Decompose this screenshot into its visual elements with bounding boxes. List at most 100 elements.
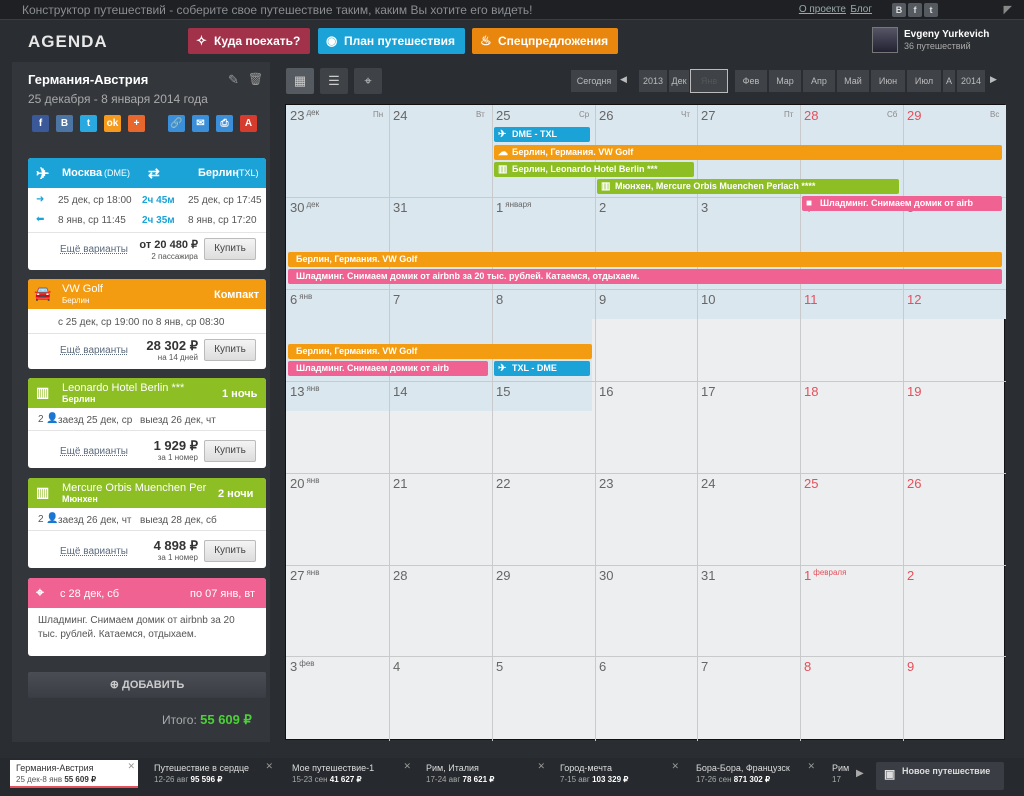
day-cell-number[interactable]: 24 (393, 108, 407, 123)
trash-icon[interactable]: 🗑 (248, 72, 263, 86)
trip-tab[interactable]: Мое путешествие-1 15-23 сен 41 627 ₽ ✕ (286, 760, 414, 788)
day-cell-number[interactable]: 6 (599, 659, 606, 674)
day-cell-number[interactable]: 1 февраля (804, 568, 846, 583)
year-2014[interactable]: 2014 (956, 69, 986, 93)
close-icon[interactable]: ✕ (403, 761, 411, 772)
trip-tab[interactable]: Город-мечта 7-15 авг 103 329 ₽ ✕ (554, 760, 682, 788)
share-facebook-icon[interactable]: f (32, 115, 49, 132)
day-cell-number[interactable]: 27 янв (290, 568, 319, 583)
day-cell-number[interactable]: 6 янв (290, 292, 312, 307)
buy-button[interactable]: Купить (204, 440, 256, 462)
month-may[interactable]: Май (836, 69, 870, 93)
trip-tab[interactable]: Рим, Италия 17-24 авг 78 621 ₽ ✕ (420, 760, 548, 788)
day-cell-number[interactable]: 2 (599, 200, 606, 215)
day-cell-number[interactable]: 8 (496, 292, 503, 307)
day-cell-number[interactable]: 21 (393, 476, 407, 491)
more-options-link[interactable]: Ещё варианты (60, 546, 128, 557)
flight-event[interactable]: ✈ TXL - DME (494, 361, 590, 376)
hotel-event[interactable]: ▥ Мюнхен, Mercure Orbis Muenchen Perlach … (597, 179, 899, 194)
year-2013[interactable]: 2013 (638, 69, 668, 93)
day-cell-number[interactable]: 19 (907, 384, 921, 399)
day-cell-number[interactable]: 26 (599, 108, 613, 123)
share-more-icon[interactable]: + (128, 115, 145, 132)
month-aug[interactable]: А (942, 69, 956, 93)
nav-trip-plan[interactable]: ◉ План путешествия (318, 28, 465, 54)
car-event[interactable]: ☁ Берлин, Германия. VW Golf (494, 145, 1002, 160)
day-cell-number[interactable]: 17 (701, 384, 715, 399)
blog-link[interactable]: Блог (850, 4, 872, 15)
day-cell-number[interactable]: 31 (393, 200, 407, 215)
prev-arrow-icon[interactable]: ◀ (620, 74, 627, 85)
calendar-view-icon[interactable]: ▦ (286, 68, 314, 94)
month-jun[interactable]: Июн (870, 69, 906, 93)
day-cell-number[interactable]: 23 дек (290, 108, 319, 123)
day-cell-number[interactable]: 5 (496, 659, 503, 674)
nav-where-to-go[interactable]: ✧ Куда поехать? (188, 28, 311, 54)
flight-event[interactable]: ✈ DME - TXL (494, 127, 590, 142)
trip-tab[interactable]: Бора-Бора, Французск 17-26 сен 871 302 ₽ ✕ (690, 760, 818, 788)
print-icon[interactable]: ⎙ (216, 115, 233, 132)
vk-icon[interactable]: В (892, 3, 906, 17)
day-cell-number[interactable]: 27 (701, 108, 715, 123)
day-cell-number[interactable]: 2 (907, 568, 914, 583)
link-icon[interactable]: 🔗 (168, 115, 185, 132)
logo[interactable]: AGENDA (28, 32, 108, 52)
day-cell-number[interactable]: 7 (393, 292, 400, 307)
close-icon[interactable]: ✕ (671, 761, 679, 772)
close-icon[interactable]: ✕ (127, 761, 135, 772)
rental-event[interactable]: Шладминг. Снимаем домик от airbnb за 20 … (288, 269, 1002, 284)
about-link[interactable]: О проекте (799, 4, 846, 15)
day-cell-number[interactable]: 22 (496, 476, 510, 491)
rental-event[interactable]: ■ Шладминг. Снимаем домик от airb (802, 196, 1002, 211)
close-icon[interactable]: ✕ (537, 761, 545, 772)
day-cell-number[interactable]: 8 (804, 659, 811, 674)
car-event[interactable]: Берлин, Германия. VW Golf (288, 344, 592, 359)
close-icon[interactable]: ✕ (807, 761, 815, 772)
day-cell-number[interactable]: 30 дек (290, 200, 319, 215)
edit-icon[interactable]: ✎ (228, 72, 239, 88)
resize-icon[interactable]: ◤ (1004, 3, 1012, 16)
more-options-link[interactable]: Ещё варианты (60, 446, 128, 457)
more-options-link[interactable]: Ещё варианты (60, 345, 128, 356)
trip-tab[interactable]: Путешествие в сердце 12-26 авг 95 596 ₽ ✕ (148, 760, 276, 788)
day-cell-number[interactable]: 28 (804, 108, 818, 123)
pdf-icon[interactable]: A (240, 115, 257, 132)
share-vk-icon[interactable]: B (56, 115, 73, 132)
share-odnoklassniki-icon[interactable]: ok (104, 115, 121, 132)
day-cell-number[interactable]: 16 (599, 384, 613, 399)
buy-button[interactable]: Купить (204, 540, 256, 562)
month-jul[interactable]: Июл (906, 69, 942, 93)
add-button[interactable]: ⊕ ДОБАВИТЬ (28, 672, 266, 698)
day-cell-number[interactable]: 11 (804, 292, 818, 307)
nav-special-offers[interactable]: ♨ Спецпредложения (472, 28, 619, 54)
next-arrow-icon[interactable]: ▶ (990, 74, 997, 85)
more-options-link[interactable]: Ещё варианты (60, 244, 128, 255)
day-cell-number[interactable]: 3 фев (290, 659, 315, 674)
day-cell-number[interactable]: 26 (907, 476, 921, 491)
day-cell-number[interactable]: 7 (701, 659, 708, 674)
day-cell-number[interactable]: 9 (599, 292, 606, 307)
trip-tab[interactable]: Рим 17 (826, 760, 850, 788)
day-cell-number[interactable]: 25 (804, 476, 818, 491)
share-twitter-icon[interactable]: t (80, 115, 97, 132)
twitter-icon[interactable]: t (924, 3, 938, 17)
swap-icon[interactable]: ⇄ (148, 165, 160, 182)
user-name[interactable]: Evgeny Yurkevich (904, 29, 989, 40)
day-cell-number[interactable]: 13 янв (290, 384, 319, 399)
day-cell-number[interactable]: 3 (701, 200, 708, 215)
month-dec[interactable]: Дек (668, 69, 690, 93)
day-cell-number[interactable]: 31 (701, 568, 715, 583)
month-mar[interactable]: Мар (768, 69, 802, 93)
day-cell-number[interactable]: 10 (701, 292, 715, 307)
day-cell-number[interactable]: 29 (496, 568, 510, 583)
hotel-event[interactable]: ▥ Берлин, Leonardo Hotel Berlin *** (494, 162, 694, 177)
month-jan[interactable]: Янв (690, 69, 728, 93)
day-cell-number[interactable]: 30 (599, 568, 613, 583)
day-cell-number[interactable]: 15 (496, 384, 510, 399)
buy-button[interactable]: Купить (204, 339, 256, 361)
day-cell-number[interactable]: 28 (393, 568, 407, 583)
rental-event[interactable]: Шладминг. Снимаем домик от airb (288, 361, 488, 376)
avatar[interactable] (872, 27, 898, 53)
trip-tab-active[interactable]: Германия-Австрия 25 дек-8 янв 55 609 ₽ ✕ (10, 760, 138, 788)
day-cell-number[interactable]: 18 (804, 384, 818, 399)
